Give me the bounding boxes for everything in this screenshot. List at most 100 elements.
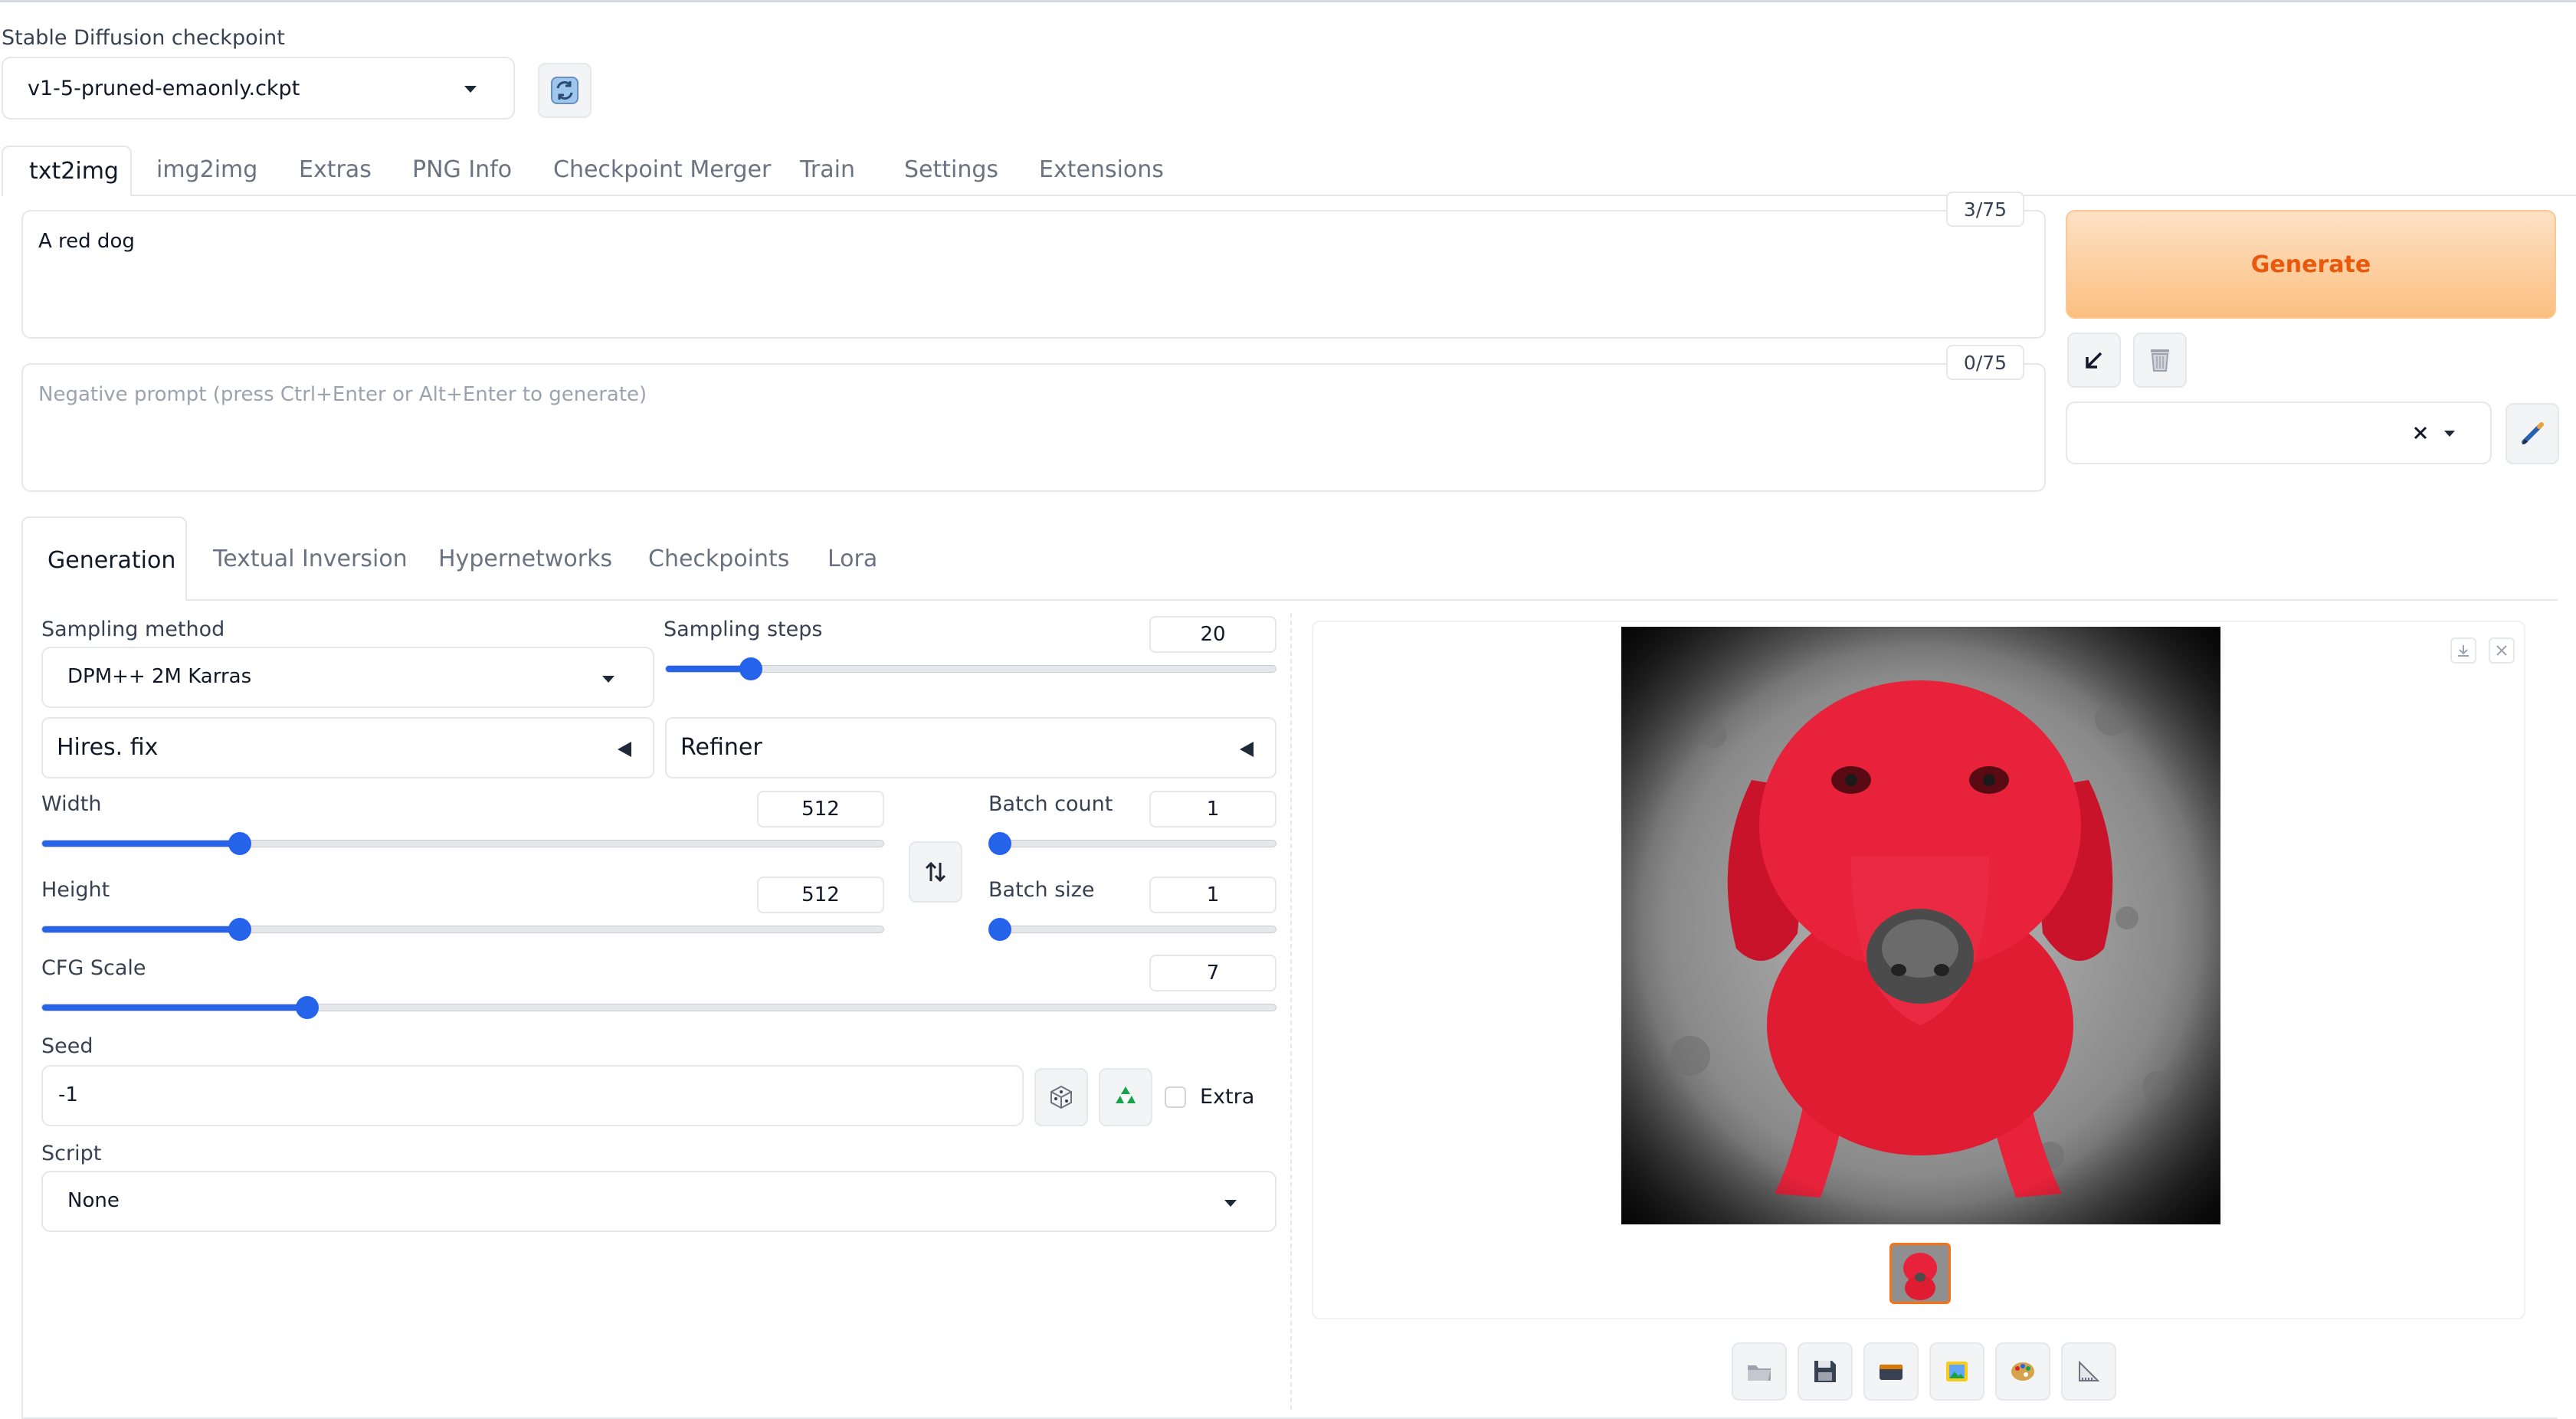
collapse-triangle-icon	[1240, 742, 1254, 757]
read-params-button[interactable]	[2067, 333, 2121, 388]
column-divider	[1290, 613, 1292, 1410]
download-icon	[2458, 645, 2469, 657]
tab-textual-inversion[interactable]: Textual Inversion	[213, 546, 408, 572]
send-to-extras-button[interactable]	[2061, 1342, 2116, 1401]
chevron-down-icon	[464, 86, 477, 93]
palette-icon	[2011, 1362, 2034, 1381]
tab-extensions[interactable]: Extensions	[1039, 156, 1164, 183]
tab-hypernetworks[interactable]: Hypernetworks	[438, 546, 612, 572]
tab-checkpoints[interactable]: Checkpoints	[648, 546, 789, 572]
refiner-accordion[interactable]: Refiner	[665, 717, 1277, 778]
script-value: None	[67, 1189, 120, 1212]
red-dog-image	[1621, 627, 2220, 1224]
subtabs-divider	[187, 599, 2558, 601]
batch-size-label: Batch size	[988, 878, 1095, 902]
width-input[interactable]: 512	[757, 791, 884, 827]
batch-count-slider[interactable]	[988, 832, 1277, 855]
tab-txt2img[interactable]: txt2img	[2, 146, 132, 196]
width-slider[interactable]	[41, 832, 884, 855]
dice-icon	[1050, 1085, 1072, 1109]
tab-label: Generation	[48, 547, 176, 574]
main-tabs: txt2img img2img Extras PNG Info Checkpoi…	[2, 146, 2576, 196]
reuse-seed-button[interactable]	[1099, 1068, 1152, 1126]
tab-checkpoint-merger[interactable]: Checkpoint Merger	[553, 156, 771, 183]
tab-generation[interactable]: Generation	[21, 516, 187, 601]
zip-button[interactable]	[1863, 1342, 1919, 1401]
swap-dimensions-button[interactable]	[909, 841, 962, 903]
download-button[interactable]	[2450, 637, 2476, 664]
send-to-img2img-button[interactable]	[1929, 1342, 1984, 1401]
clear-prompt-button[interactable]	[2133, 333, 2187, 388]
sampling-steps-slider[interactable]	[665, 657, 1277, 680]
seed-label: Seed	[41, 1034, 93, 1058]
script-label: Script	[41, 1142, 102, 1165]
generated-image[interactable]	[1621, 627, 2220, 1224]
slider-handle[interactable]	[296, 996, 320, 1019]
tab-train[interactable]: Train	[800, 156, 855, 183]
negative-prompt-token-counter: 0/75	[1946, 345, 2024, 380]
extra-seed-checkbox[interactable]	[1165, 1086, 1186, 1108]
close-icon	[2496, 645, 2507, 656]
slider-handle[interactable]	[988, 832, 1011, 855]
random-seed-button[interactable]	[1034, 1068, 1088, 1126]
checkpoint-dropdown[interactable]: v1-5-pruned-emaonly.ckpt	[2, 57, 515, 120]
height-input[interactable]: 512	[757, 877, 884, 913]
batch-count-input[interactable]: 1	[1149, 791, 1277, 827]
checkpoint-label: Stable Diffusion checkpoint	[2, 26, 285, 50]
tab-img2img[interactable]: img2img	[156, 156, 257, 183]
chevron-down-icon	[1224, 1200, 1237, 1207]
script-dropdown[interactable]: None	[41, 1171, 1277, 1232]
image-icon	[1946, 1362, 1968, 1381]
prompt-textarea[interactable]: A red dog	[21, 210, 2046, 339]
swap-vertical-icon	[925, 861, 946, 883]
sampling-method-dropdown[interactable]: DPM++ 2M Karras	[41, 647, 654, 708]
slider-handle[interactable]	[228, 832, 252, 855]
negative-prompt-placeholder: Negative prompt (press Ctrl+Enter or Alt…	[38, 383, 647, 406]
send-to-inpaint-button[interactable]	[1995, 1342, 2050, 1401]
slider-fill	[666, 666, 752, 672]
x-icon[interactable]	[2410, 423, 2430, 443]
tab-settings[interactable]: Settings	[904, 156, 998, 183]
arrow-down-left-icon	[2086, 352, 2102, 369]
slider-handle[interactable]	[228, 918, 252, 941]
top-border	[0, 0, 2576, 2]
refresh-checkpoint-button[interactable]	[538, 63, 592, 118]
chevron-down-icon	[2444, 431, 2455, 437]
generate-label: Generate	[2250, 251, 2371, 278]
refresh-icon	[551, 77, 578, 104]
styles-dropdown[interactable]	[2066, 401, 2492, 464]
thumbnail[interactable]	[1889, 1243, 1951, 1304]
seed-input[interactable]: -1	[41, 1065, 1024, 1126]
save-icon	[1814, 1361, 1836, 1382]
thumbnail-image	[1892, 1245, 1948, 1302]
tab-extras[interactable]: Extras	[299, 156, 372, 183]
tabs-divider	[132, 195, 2576, 196]
batch-size-slider[interactable]	[988, 918, 1277, 941]
height-label: Height	[41, 878, 110, 902]
tab-png-info[interactable]: PNG Info	[412, 156, 512, 183]
slider-handle[interactable]	[988, 918, 1011, 941]
batch-size-input[interactable]: 1	[1149, 877, 1277, 913]
generate-button[interactable]: Generate	[2066, 210, 2556, 319]
recycle-icon	[1116, 1086, 1136, 1103]
refiner-label: Refiner	[680, 734, 762, 761]
tab-lora[interactable]: Lora	[828, 546, 877, 572]
tab-label: txt2img	[29, 158, 119, 185]
seed-value: -1	[58, 1083, 78, 1106]
width-label: Width	[41, 792, 102, 816]
slider-fill	[42, 926, 241, 932]
slider-fill	[42, 1004, 308, 1011]
prompt-text: A red dog	[38, 230, 135, 253]
hires-fix-accordion[interactable]: Hires. fix	[41, 717, 654, 778]
cfg-scale-input[interactable]: 7	[1149, 955, 1277, 991]
sampling-steps-input[interactable]: 20	[1149, 616, 1277, 653]
height-slider[interactable]	[41, 918, 884, 941]
edit-styles-button[interactable]	[2506, 403, 2559, 464]
negative-prompt-textarea[interactable]: Negative prompt (press Ctrl+Enter or Alt…	[21, 363, 2046, 492]
open-folder-button[interactable]	[1732, 1342, 1787, 1401]
close-preview-button[interactable]	[2489, 637, 2515, 664]
cfg-scale-slider[interactable]	[41, 996, 1277, 1019]
sampling-steps-label: Sampling steps	[664, 618, 823, 641]
save-button[interactable]	[1798, 1342, 1853, 1401]
cfg-scale-label: CFG Scale	[41, 956, 146, 980]
